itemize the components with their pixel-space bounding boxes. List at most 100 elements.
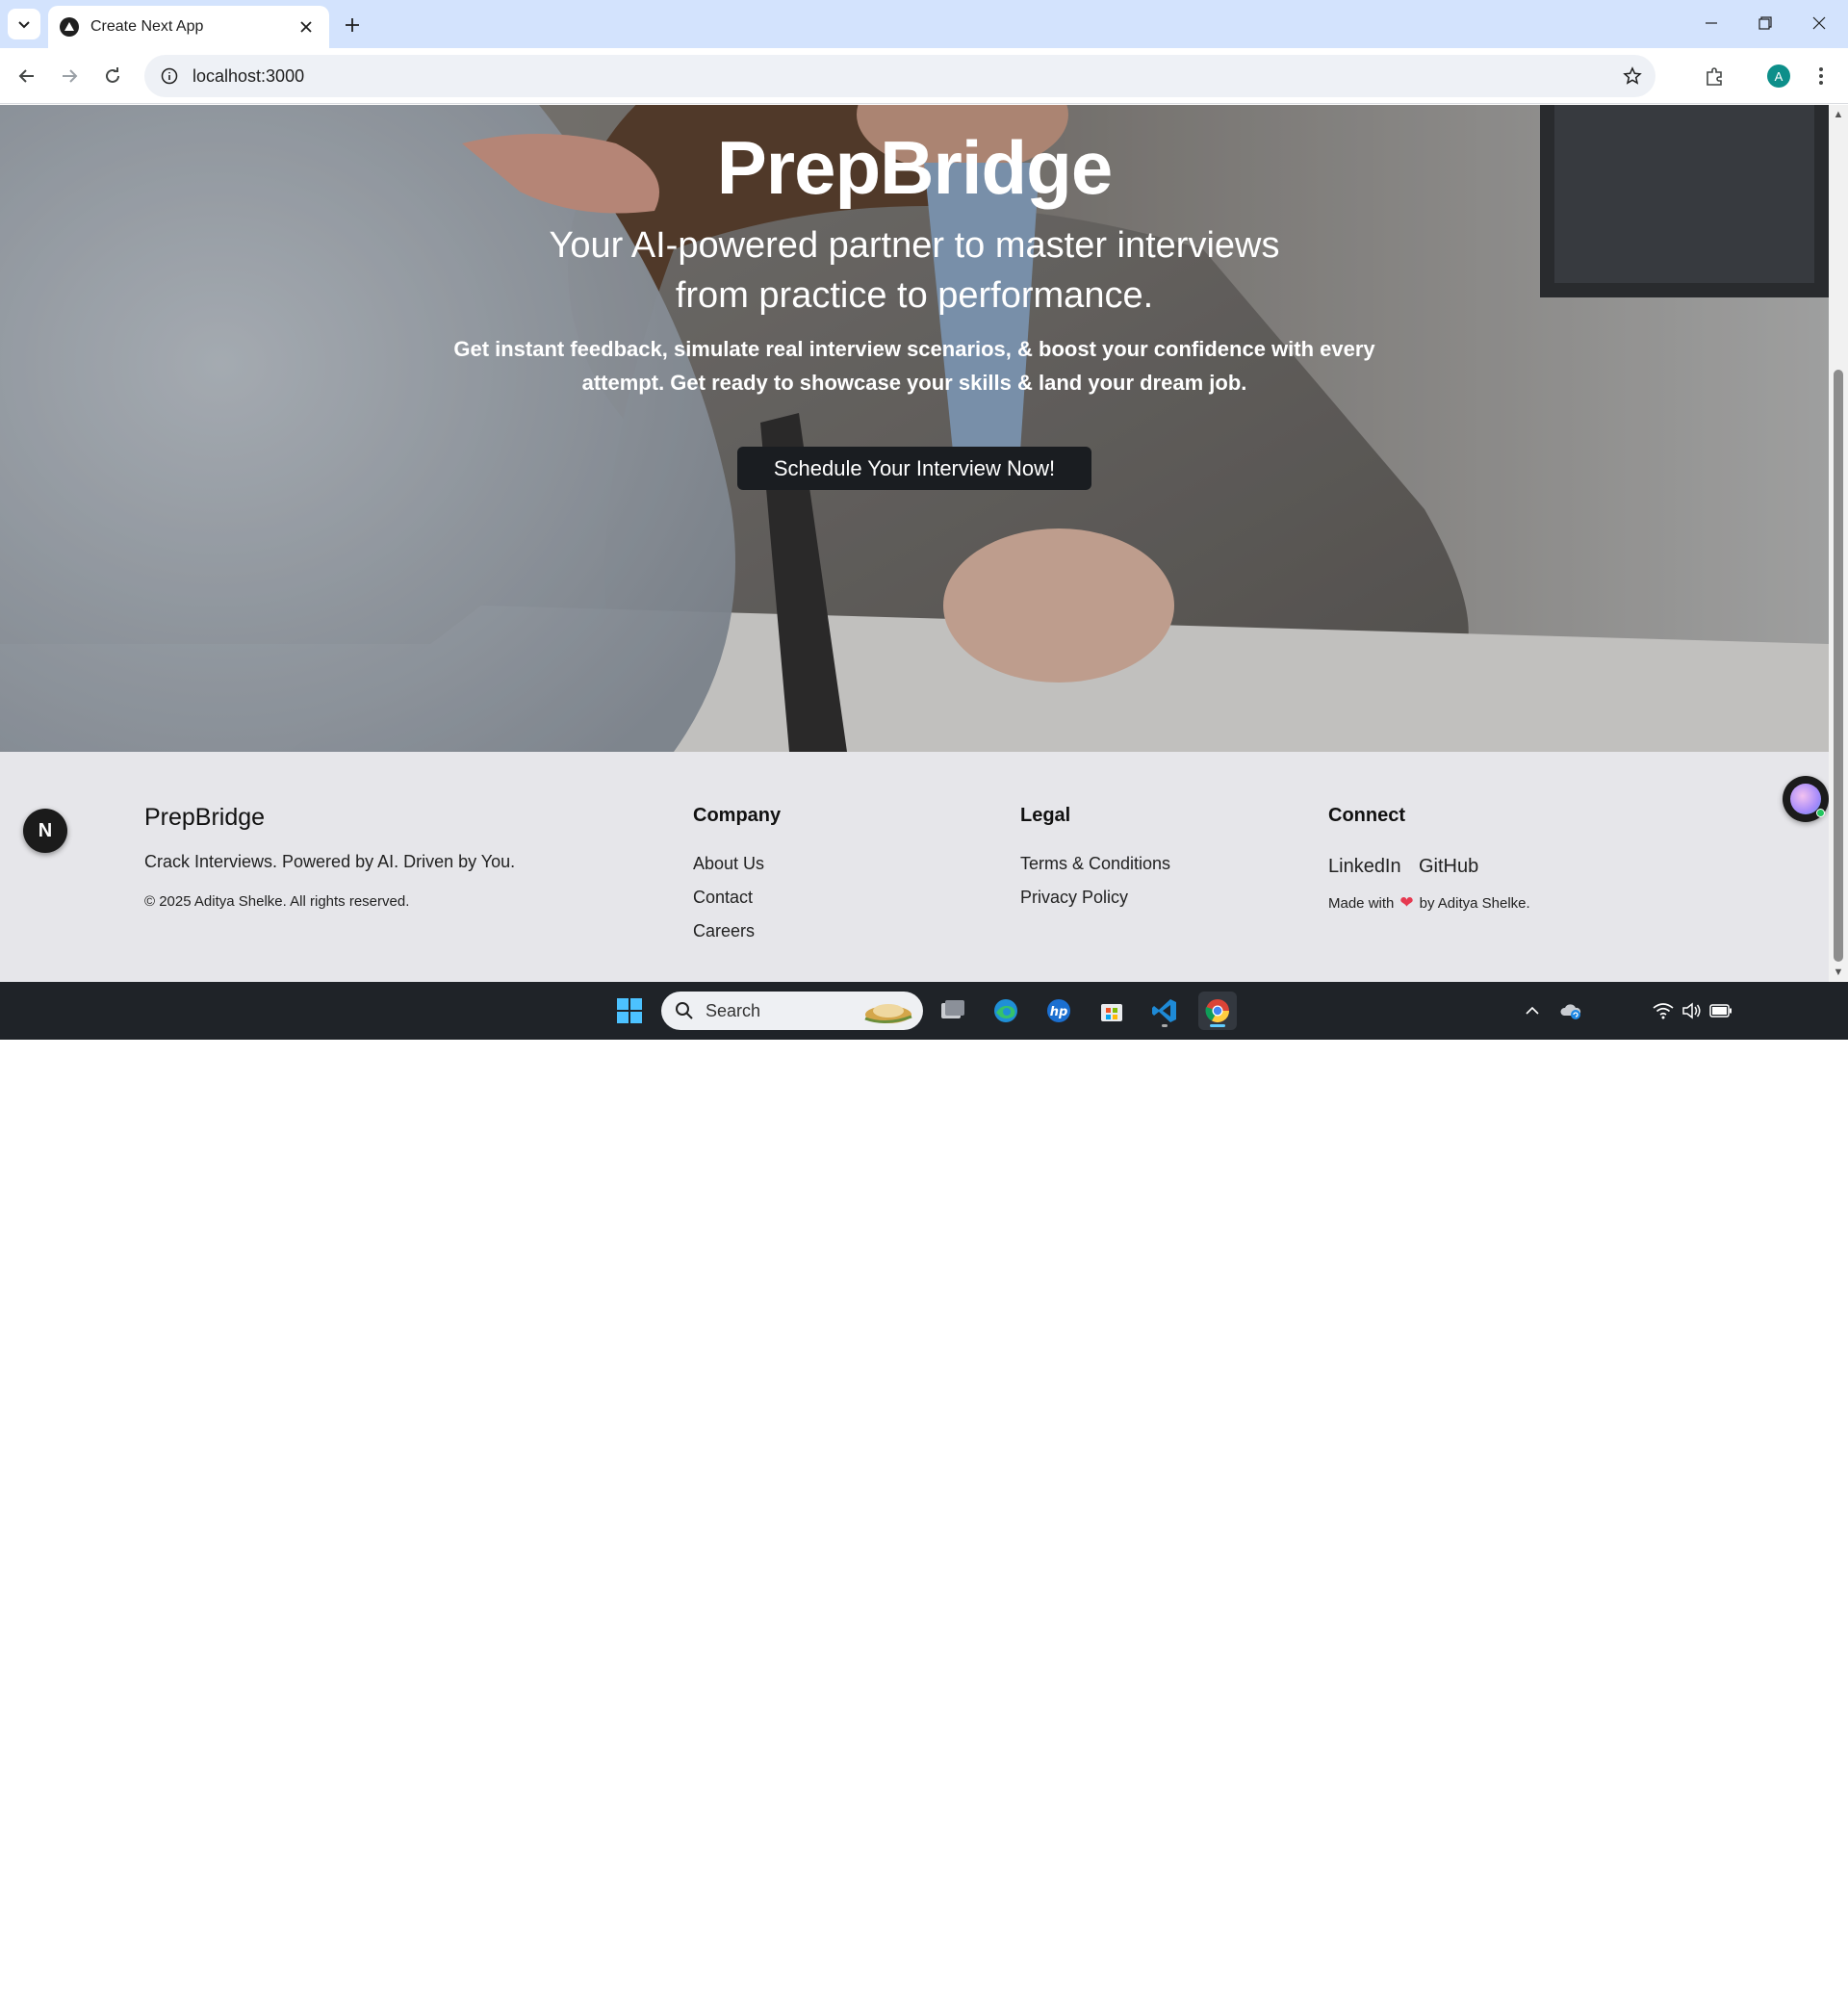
footer-link-about-us[interactable]: About Us [693, 854, 764, 874]
taskbar-chrome[interactable] [1198, 992, 1237, 1030]
browser-tab-active[interactable]: Create Next App [48, 6, 329, 48]
hero-title: PrepBridge [716, 125, 1113, 210]
bookmark-star-icon[interactable] [1619, 63, 1646, 90]
footer-connect-heading: Connect [1328, 805, 1405, 826]
edge-browser-icon [994, 999, 1017, 1022]
arrow-right-icon [63, 69, 78, 83]
cloud-sync-icon [1560, 1004, 1581, 1019]
hero-description: Get instant feedback, simulate real inte… [424, 332, 1405, 399]
chevron-up-icon [1526, 1006, 1539, 1015]
nextjs-dev-indicator[interactable]: N [23, 809, 67, 853]
running-indicator [1162, 1024, 1168, 1027]
footer-legal-heading: Legal [1020, 805, 1071, 826]
reload-icon [106, 67, 119, 83]
tab-close-icon[interactable] [295, 15, 318, 39]
footer-link-contact[interactable]: Contact [693, 888, 753, 908]
minimize-button[interactable] [1684, 6, 1738, 40]
site-footer: PrepBridge Crack Interviews. Powered by … [0, 752, 1829, 982]
search-icon [676, 1002, 693, 1019]
language-code: ENG [1604, 1974, 1634, 1990]
taskbar-vscode[interactable] [1145, 992, 1184, 1030]
puzzle-icon [1707, 67, 1722, 86]
hero-description-line: attempt. Get ready to showcase your skil… [581, 371, 1247, 395]
back-button[interactable] [12, 61, 42, 91]
footer-made-with: Made with ❤ by Aditya Shelke. [1328, 893, 1530, 913]
chrome-browser-icon [1205, 999, 1229, 1023]
hero-tagline: Your AI-powered partner to master interv… [433, 220, 1396, 321]
task-view-button[interactable] [934, 992, 972, 1030]
site-info-icon[interactable] [148, 55, 191, 97]
microsoft-store-icon [1101, 1004, 1122, 1021]
task-view-icon [941, 1000, 964, 1018]
show-hidden-icons-button[interactable] [1513, 992, 1552, 1030]
footer-link-github[interactable]: GitHub [1419, 856, 1478, 878]
footer-link-privacy[interactable]: Privacy Policy [1020, 888, 1128, 908]
language-indicator[interactable]: ENG IN [1600, 1973, 1638, 2010]
restore-icon [1758, 16, 1772, 30]
tab-title: Create Next App [90, 18, 204, 35]
taskbar-edge[interactable] [987, 992, 1025, 1030]
active-app-indicator [1210, 1024, 1225, 1027]
clock-date: 16-10-2025 [1771, 1993, 1840, 2008]
page-scrollbar[interactable]: ▲ ▼ [1829, 105, 1848, 982]
minimize-icon [1706, 22, 1717, 24]
heart-icon: ❤ [1399, 893, 1414, 912]
footer-link-linkedin[interactable]: LinkedIn [1328, 856, 1401, 878]
browser-toolbar: localhost:3000 A [0, 48, 1848, 104]
plus-icon [346, 18, 359, 32]
made-with-prefix: Made with [1328, 894, 1395, 912]
more-vertical-icon [1819, 67, 1823, 85]
hero-description-line: Get instant feedback, simulate real inte… [453, 337, 1375, 361]
vscode-icon [1152, 999, 1176, 1022]
battery-tray[interactable] [1702, 992, 1740, 1030]
assistant-chat-bubble[interactable] [1783, 776, 1829, 822]
made-with-suffix: by Aditya Shelke. [1419, 894, 1530, 912]
windows-taskbar: Search hp ENG IN 14:43 16-10-2025 [0, 982, 1848, 2008]
profile-avatar[interactable]: A [1767, 64, 1790, 88]
onedrive-tray[interactable] [1552, 992, 1590, 1030]
tab-search-button[interactable] [8, 9, 40, 39]
windows-logo-icon [617, 998, 642, 1023]
speaker-icon [1682, 1002, 1701, 1019]
taskbar-search-box[interactable]: Search [661, 992, 923, 1030]
scroll-down-arrow-icon[interactable]: ▼ [1833, 966, 1844, 978]
svg-text:hp: hp [1050, 1005, 1068, 1019]
nextjs-favicon-icon [60, 17, 79, 37]
footer-company-heading: Company [693, 805, 782, 826]
hp-logo-icon: hp [1047, 999, 1070, 1022]
address-bar[interactable]: localhost:3000 [144, 55, 1656, 97]
clock[interactable]: 14:43 16-10-2025 [1744, 1973, 1840, 2010]
restore-button[interactable] [1738, 6, 1792, 40]
schedule-interview-button[interactable]: Schedule Your Interview Now! [737, 447, 1091, 490]
scroll-up-arrow-icon[interactable]: ▲ [1833, 109, 1844, 120]
arrow-left-icon [18, 69, 34, 83]
reload-button[interactable] [97, 61, 128, 91]
url-text: localhost:3000 [192, 65, 305, 86]
footer-copyright: © 2025 Aditya Shelke. All rights reserve… [144, 893, 410, 910]
hero-tagline-line: Your AI-powered partner to master interv… [549, 225, 1280, 266]
hero-tagline-line: from practice to performance. [675, 275, 1154, 316]
taskbar-hp[interactable]: hp [1040, 992, 1078, 1030]
online-status-dot [1816, 809, 1825, 817]
footer-tagline: Crack Interviews. Powered by AI. Driven … [144, 852, 516, 871]
chevron-down-icon [18, 21, 30, 29]
new-tab-button[interactable] [339, 12, 366, 39]
browser-menu-button[interactable] [1806, 61, 1836, 91]
taskbar-search-label: Search [706, 1000, 761, 1020]
extensions-button[interactable] [1700, 61, 1731, 91]
forward-button[interactable] [54, 61, 85, 91]
hero-section: PrepBridge Your AI-powered partner to ma… [0, 105, 1829, 752]
region-code: IN [1612, 1993, 1626, 2008]
close-icon [1812, 16, 1826, 30]
search-highlight-illustration [864, 1004, 912, 1023]
wifi-icon [1653, 1003, 1674, 1019]
footer-link-careers[interactable]: Careers [693, 921, 755, 941]
browser-tab-bar: Create Next App [0, 0, 1848, 48]
taskbar-store[interactable] [1092, 992, 1131, 1030]
start-button[interactable] [610, 992, 649, 1030]
scrollbar-thumb[interactable] [1834, 370, 1843, 962]
battery-icon [1709, 1004, 1732, 1018]
footer-link-terms[interactable]: Terms & Conditions [1020, 854, 1170, 874]
page-viewport: PrepBridge Your AI-powered partner to ma… [0, 105, 1829, 982]
close-window-button[interactable] [1792, 6, 1846, 40]
